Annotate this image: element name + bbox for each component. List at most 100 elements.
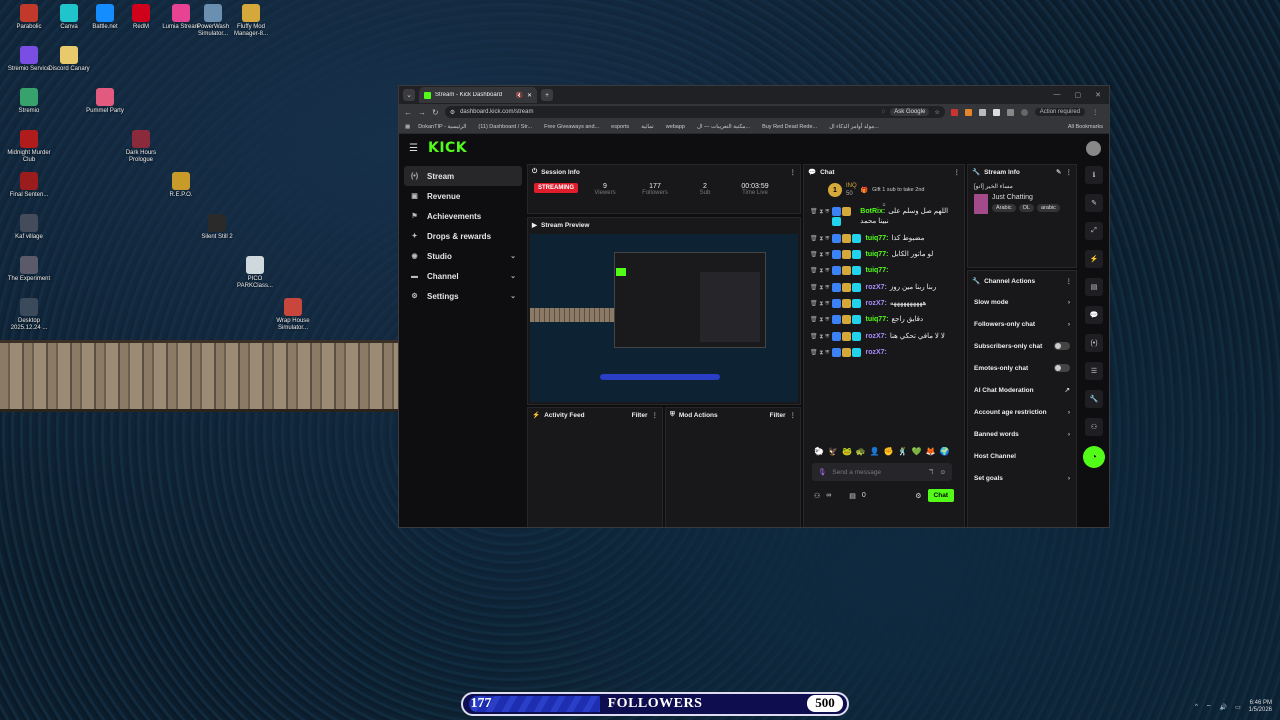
chat-message[interactable]: 🗑 ⧗ ⛨ rozX7: <box>804 348 964 358</box>
edit-icon[interactable]: ✎ <box>1056 168 1061 176</box>
channel-action-host-channel[interactable]: Host Channel <box>968 445 1076 467</box>
extension-icon[interactable] <box>1006 108 1014 116</box>
chat-message[interactable]: 🗑 ⧗ ⛨ rozX7: ههههههههههه <box>804 299 964 309</box>
chat-username[interactable]: rozX7: <box>865 300 886 307</box>
tab-menu-icon[interactable]: ⌄ <box>403 89 415 101</box>
channel-action-banned-words[interactable]: Banned words › <box>968 423 1076 445</box>
mod-tools-icon[interactable]: 🗑 ⧗ ⛨ <box>810 332 829 342</box>
bookmark-item[interactable]: تماثية <box>641 124 654 130</box>
more-icon[interactable]: ⋮ <box>1066 277 1073 285</box>
send-chat-button[interactable]: Chat <box>927 489 954 502</box>
mod-tools-icon[interactable]: 🗑 ⧗ ⛨ <box>810 207 829 217</box>
desktop-icon[interactable]: Silent Still 2 <box>192 214 242 241</box>
clipboard-icon[interactable]: ▤ <box>1085 278 1103 296</box>
support-icon[interactable]: ◔ <box>1083 446 1105 468</box>
chat-username[interactable]: rozX7: <box>865 333 886 340</box>
chevron-right-icon[interactable]: › <box>1068 299 1070 306</box>
emoji-icon[interactable]: ☺ <box>939 469 946 476</box>
mod-tools-icon[interactable]: 🗑 ⧗ ⛨ <box>810 234 829 244</box>
mod-tools-icon[interactable]: 🗑 ⧗ ⛨ <box>810 283 829 293</box>
desktop-icon[interactable]: Dark Hours Prologue <box>116 130 166 164</box>
chevron-right-icon[interactable]: › <box>1068 431 1070 438</box>
chat-input[interactable]: 🎙 Send a message ℸ ☺ <box>812 463 952 481</box>
toggle-switch[interactable] <box>1054 364 1070 372</box>
desktop-icon[interactable]: Wrap House Simulator... <box>268 298 318 332</box>
chat-message[interactable]: 🗑 ⧗ ⛨ BotRix: اللهم صل وسلم على نبينا محمد <box>804 207 964 228</box>
chat-message[interactable]: 🗑 ⧗ ⛨ tuiq77: لو ماتور الكابل <box>804 250 964 260</box>
mod-tools-icon[interactable]: 🗑 ⧗ ⛨ <box>810 299 829 309</box>
stream-preview-video[interactable] <box>530 234 798 402</box>
stream-tag[interactable]: arabic <box>1036 204 1060 212</box>
kick-logo[interactable]: KICK <box>428 140 467 156</box>
sidebar-item-stream[interactable]: (•) Stream <box>404 166 522 186</box>
chat-username[interactable]: tuiq77: <box>865 316 888 323</box>
battery-icon[interactable]: ▭ <box>1235 704 1241 711</box>
sidebar-item-studio[interactable]: ◉ Studio ⌄ <box>404 246 522 266</box>
more-icon[interactable]: ⋮ <box>790 168 797 176</box>
mod-tools-icon[interactable]: 🗑 ⧗ ⛨ <box>810 315 829 325</box>
extension-icon[interactable] <box>992 108 1000 116</box>
chevron-down-icon[interactable]: ⌄ <box>510 292 516 300</box>
close-tab-icon[interactable]: ✕ <box>527 92 532 99</box>
desktop-icon[interactable]: Final Senten... <box>4 172 54 199</box>
desktop-icon[interactable]: Kaf village <box>4 214 54 241</box>
mod-tools-icon[interactable]: 🗑 ⧗ ⛨ <box>810 266 829 276</box>
volume-icon[interactable]: 🔊 <box>1219 704 1226 711</box>
chevron-down-icon[interactable]: ⌄ <box>510 272 516 280</box>
sidebar-item-drops-rewards[interactable]: ✦ Drops & rewards <box>404 226 522 246</box>
sub-leaderboard[interactable]: 1 INQ 50 🎁 Gift 1 sub to take 2nd <box>804 179 964 201</box>
chat-username[interactable]: rozX7: <box>865 349 886 356</box>
desktop-icon[interactable]: PICO PARKClass... <box>230 256 280 290</box>
chat-settings-icon[interactable]: ⚙ <box>915 492 921 500</box>
users-icon[interactable]: ⚇ <box>814 492 820 500</box>
sidebar-item-channel[interactable]: ▬ Channel ⌄ <box>404 266 522 286</box>
activity-filter-button[interactable]: Filter <box>632 412 648 419</box>
site-info-icon[interactable]: ⚙ <box>450 109 455 116</box>
avatar[interactable] <box>1086 140 1101 156</box>
mod-filter-button[interactable]: Filter <box>770 412 786 419</box>
chevron-down-icon[interactable]: ⌄ <box>510 252 516 260</box>
chat-bubble-icon[interactable]: 💬 <box>1085 306 1103 324</box>
bookmark-item[interactable]: مولد أوامر الذكاء ال... <box>829 124 879 130</box>
desktop-icon[interactable]: Midnight Murder Club <box>4 130 54 164</box>
wrench-icon[interactable]: 🔧 <box>1085 390 1103 408</box>
ask-google-button[interactable]: Ask Google <box>890 108 930 116</box>
bookmark-item[interactable]: esports <box>611 124 629 130</box>
bookmark-item[interactable]: (11) Dashboard / Str... <box>478 124 532 130</box>
mute-icon[interactable]: 🔇 <box>515 92 522 99</box>
desktop-icon[interactable]: Fluffy Mod Manager-8... <box>226 4 276 38</box>
channel-action-account-age-restriction[interactable]: Account age restriction › <box>968 401 1076 423</box>
extension-icon[interactable] <box>978 108 986 116</box>
bolt-icon[interactable]: ⚡ <box>1085 250 1103 268</box>
channel-action-subscribers-only-chat[interactable]: Subscribers-only chat <box>968 335 1076 357</box>
more-icon[interactable]: ⋮ <box>1092 109 1098 116</box>
chat-username[interactable]: tuiq77: <box>865 251 888 258</box>
channel-action-set-goals[interactable]: Set goals › <box>968 467 1076 489</box>
sidebar-item-achievements[interactable]: ⚑ Achievements <box>404 206 522 226</box>
expand-icon[interactable]: ⤢ <box>1085 222 1103 240</box>
chevron-right-icon[interactable]: ↗ <box>1065 386 1070 394</box>
bookmark-item[interactable]: Free Giveaways and... <box>544 124 599 130</box>
bookmark-item[interactable]: Buy Red Dead Rede... <box>762 124 817 130</box>
more-icon[interactable]: ⋮ <box>652 411 659 419</box>
chevron-right-icon[interactable]: › <box>1068 321 1070 328</box>
action-required-button[interactable]: Action required <box>1034 108 1086 116</box>
chat-message[interactable]: 🗑 ⧗ ⛨ rozX7: لا لا مافي تحكي هنا <box>804 331 964 342</box>
all-bookmarks-button[interactable]: All Bookmarks <box>1068 124 1103 130</box>
list-icon[interactable]: ☰ <box>1085 362 1103 380</box>
sidebar-item-revenue[interactable]: ▣ Revenue <box>404 186 522 206</box>
bookmark-item[interactable]: webapp <box>666 124 685 130</box>
extension-icon[interactable] <box>964 108 972 116</box>
close-window-icon[interactable]: ✕ <box>1095 91 1101 99</box>
stream-tag[interactable]: OL <box>1018 204 1034 212</box>
maximize-icon[interactable]: ▢ <box>1075 91 1082 99</box>
more-icon[interactable]: ⋮ <box>954 168 961 176</box>
bookmark-item[interactable]: مكتبة التعريبات — ال... <box>697 124 750 130</box>
chat-username[interactable]: BotRix: <box>860 208 885 215</box>
browser-tab[interactable]: Stream - Kick Dashboard 🔇 ✕ <box>419 87 537 103</box>
chat-username[interactable]: tuiq77: <box>865 267 888 274</box>
chevron-right-icon[interactable]: › <box>1068 409 1070 416</box>
bookmark-item[interactable]: DokanTIP - الرئيسية <box>418 124 466 130</box>
chat-username[interactable]: rozX7: <box>865 284 886 291</box>
emote-bar[interactable]: 🐑 🦅 🐸 🐢 👤 ✊ 🕺 💚 🦊 🌍 <box>814 447 950 456</box>
